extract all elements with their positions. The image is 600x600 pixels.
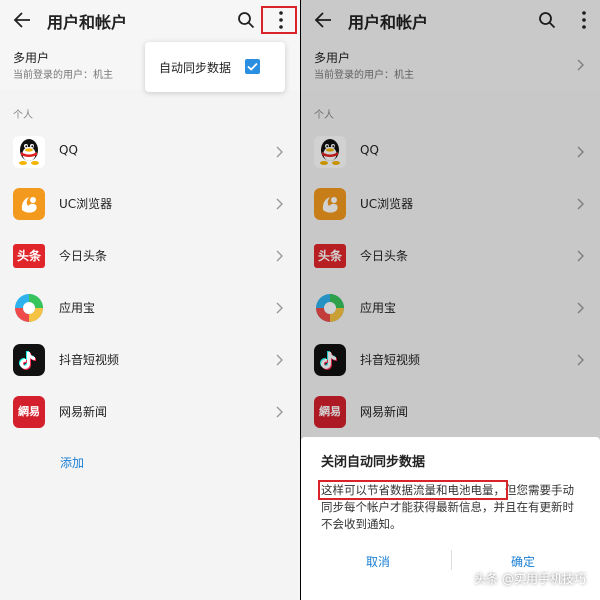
account-label: 抖音短视频 (59, 353, 120, 367)
qq-icon (314, 136, 346, 168)
uc-browser-icon (314, 188, 346, 220)
chevron-right-icon (276, 406, 283, 418)
account-label: 网易新闻 (360, 405, 409, 419)
account-row-yingyongbao[interactable]: 应用宝 (0, 282, 300, 334)
netease-logo-text: 網易 (319, 405, 341, 418)
account-label: 网易新闻 (59, 405, 108, 419)
account-label: 应用宝 (360, 301, 397, 315)
multi-user-title: 多用户 (13, 51, 50, 65)
chevron-right-icon (577, 198, 584, 210)
section-label: 个人 (13, 110, 33, 121)
account-row-qq[interactable]: QQ (301, 126, 600, 178)
dialog-message-highlighted: 这样可以节省数据流量和电池电量， (318, 480, 508, 500)
page-title: 用户和帐户 (348, 13, 429, 32)
account-label: 抖音短视频 (360, 353, 421, 367)
annotation-highlight-box (261, 6, 297, 34)
chevron-right-icon (276, 146, 283, 158)
multi-user-row[interactable]: 多用户 当前登录的用户：机主 (301, 40, 600, 90)
chevron-right-icon (276, 198, 283, 210)
overflow-menu: 自动同步数据 (145, 42, 285, 92)
douyin-icon (13, 344, 45, 376)
multi-user-subtitle: 当前登录的用户：机主 (13, 70, 113, 81)
account-row-qq[interactable]: QQ (0, 126, 300, 178)
account-row-netease[interactable]: 網易 网易新闻 (0, 386, 300, 438)
section-label: 个人 (314, 110, 334, 121)
cancel-button[interactable]: 取消 (366, 553, 390, 570)
chevron-right-icon (577, 59, 584, 71)
yingyongbao-icon (13, 292, 45, 324)
right-screen: 用户和帐户 多用户 当前登录的用户：机主 个人 QQ UC浏览器 头条 今日头条… (301, 0, 600, 600)
chevron-right-icon (577, 302, 584, 314)
chevron-right-icon (577, 146, 584, 158)
toutiao-logo-text: 头条 (317, 249, 342, 263)
button-divider (451, 550, 452, 570)
uc-browser-icon (13, 188, 45, 220)
back-arrow-icon[interactable] (314, 11, 332, 29)
account-row-toutiao[interactable]: 头条 今日头条 (0, 230, 300, 282)
page-title: 用户和帐户 (47, 13, 128, 32)
search-icon[interactable] (538, 11, 556, 29)
checkmark-icon (247, 62, 258, 71)
auto-sync-checkbox[interactable] (245, 59, 260, 74)
confirm-button[interactable]: 确定 (511, 553, 535, 570)
chevron-right-icon (276, 302, 283, 314)
watermark: 头条 @实用手机技巧 (474, 572, 586, 586)
auto-sync-label[interactable]: 自动同步数据 (159, 59, 231, 76)
account-row-uc[interactable]: UC浏览器 (0, 178, 300, 230)
account-row-douyin[interactable]: 抖音短视频 (0, 334, 300, 386)
account-label: 今日头条 (360, 249, 409, 263)
chevron-right-icon (276, 354, 283, 366)
multi-user-subtitle: 当前登录的用户：机主 (314, 70, 414, 81)
account-row-toutiao[interactable]: 头条 今日头条 (301, 230, 600, 282)
toutiao-logo-text: 头条 (16, 249, 41, 263)
douyin-icon (314, 344, 346, 376)
search-icon[interactable] (237, 11, 255, 29)
toutiao-icon: 头条 (314, 244, 346, 268)
yingyongbao-icon (314, 292, 346, 324)
account-row-douyin[interactable]: 抖音短视频 (301, 334, 600, 386)
dialog-message: 这样可以节省数据流量和电池电量，但您需要手动同步每个帐户才能获得最新信息，并且在… (318, 480, 583, 533)
account-row-uc[interactable]: UC浏览器 (301, 178, 600, 230)
account-label: 今日头条 (59, 249, 108, 263)
app-bar: 用户和帐户 (301, 0, 600, 40)
chevron-right-icon (577, 250, 584, 262)
account-label: QQ (360, 143, 379, 157)
dialog-title: 关闭自动同步数据 (321, 455, 426, 470)
back-arrow-icon[interactable] (13, 11, 31, 29)
add-account-button[interactable]: 添加 (60, 454, 84, 471)
account-row-yingyongbao[interactable]: 应用宝 (301, 282, 600, 334)
account-row-netease[interactable]: 網易 网易新闻 (301, 386, 600, 438)
netease-news-icon: 網易 (314, 396, 346, 428)
left-screen: 用户和帐户 多用户 当前登录的用户：机主 个人 QQ UC浏览器 头条 今日头条… (0, 0, 300, 600)
chevron-right-icon (577, 354, 584, 366)
multi-user-title: 多用户 (314, 51, 351, 65)
chevron-right-icon (276, 250, 283, 262)
account-label: UC浏览器 (59, 197, 113, 211)
account-label: UC浏览器 (360, 197, 414, 211)
toutiao-icon: 头条 (13, 244, 45, 268)
netease-logo-text: 網易 (18, 405, 40, 418)
netease-news-icon: 網易 (13, 396, 45, 428)
account-label: QQ (59, 143, 78, 157)
qq-icon (13, 136, 45, 168)
app-bar: 用户和帐户 (0, 0, 300, 40)
account-label: 应用宝 (59, 301, 96, 315)
more-options-icon[interactable] (577, 10, 591, 30)
